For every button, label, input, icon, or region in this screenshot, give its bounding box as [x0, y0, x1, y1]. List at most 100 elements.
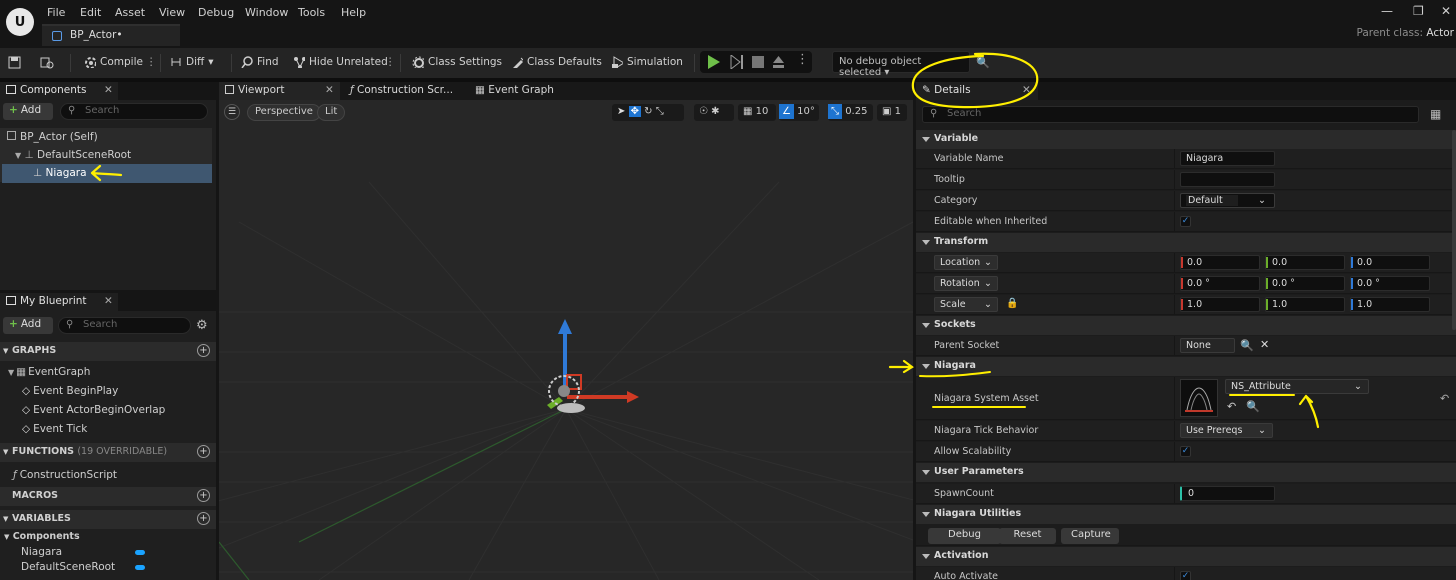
graph-item-eventgraph[interactable]: ▼ ▦ EventGraph: [8, 366, 90, 378]
settings-gear-icon[interactable]: ⚙: [196, 318, 208, 333]
save-icon[interactable]: [8, 56, 21, 69]
menu-window[interactable]: Window: [245, 6, 288, 19]
lock-icon[interactable]: 🔒: [1006, 298, 1018, 309]
section-functions[interactable]: ▼ FUNCTIONS (19 OVERRIDABLE) +: [0, 443, 216, 462]
section-activation[interactable]: Activation: [916, 547, 1456, 566]
tree-item-self[interactable]: BP_Actor (Self): [7, 131, 98, 143]
play-icon[interactable]: [707, 55, 720, 69]
menu-edit[interactable]: Edit: [80, 6, 101, 19]
scale-icon[interactable]: ⤡: [656, 106, 664, 117]
document-tab[interactable]: BP_Actor•: [42, 24, 180, 46]
close-viewport-icon[interactable]: ✕: [325, 84, 334, 96]
event-actorbeginoverlap[interactable]: ◇ Event ActorBeginOverlap: [22, 404, 165, 416]
class-settings-button[interactable]: Class Settings: [412, 56, 502, 68]
location-z-field[interactable]: 0.0: [1350, 255, 1430, 270]
browse-icon[interactable]: [40, 56, 54, 69]
reset-button[interactable]: Reset: [999, 528, 1056, 544]
scale-x-field[interactable]: 1.0: [1180, 297, 1260, 312]
close-blueprint-icon[interactable]: ✕: [104, 295, 113, 307]
category-dropdown[interactable]: Default ⌄: [1180, 193, 1275, 208]
step-icon[interactable]: [730, 55, 743, 69]
function-constructionscript[interactable]: ƒ ConstructionScript: [13, 469, 117, 481]
section-macros[interactable]: MACROS +: [0, 487, 216, 506]
spawncount-field[interactable]: 0: [1180, 486, 1275, 501]
event-beginplay[interactable]: ◇ Event BeginPlay: [22, 385, 118, 397]
variable-niagara[interactable]: Niagara: [21, 546, 62, 558]
surface-snap-icon[interactable]: ✱: [711, 106, 719, 117]
tree-item-defaultsceneroot[interactable]: ▼ ⊥ DefaultSceneRoot: [15, 149, 131, 161]
menu-asset[interactable]: Asset: [115, 6, 145, 19]
add-component-button[interactable]: + Add: [3, 103, 53, 120]
parent-socket-field[interactable]: None: [1180, 338, 1235, 353]
section-graphs[interactable]: ▼ GRAPHS +: [0, 342, 216, 361]
menu-debug[interactable]: Debug: [198, 6, 234, 19]
add-blueprint-item-button[interactable]: + Add: [3, 317, 53, 334]
tab-event-graph[interactable]: ▦ Event Graph: [469, 82, 569, 100]
location-y-field[interactable]: 0.0: [1265, 255, 1345, 270]
minimize-icon[interactable]: —: [1381, 4, 1393, 18]
find-button[interactable]: Find: [241, 56, 279, 68]
components-search-input[interactable]: ⚲ Search: [60, 103, 208, 120]
select-icon[interactable]: ➤: [617, 106, 625, 117]
menu-view[interactable]: View: [159, 6, 185, 19]
section-niagara[interactable]: Niagara: [916, 357, 1456, 376]
tab-viewport[interactable]: Viewport ✕: [219, 82, 340, 100]
capture-button[interactable]: Capture: [1061, 528, 1119, 544]
maximize-icon[interactable]: ❐: [1413, 4, 1424, 18]
eject-icon[interactable]: [772, 55, 785, 69]
unreal-logo[interactable]: U: [6, 8, 34, 36]
allow-scalability-checkbox[interactable]: ✓: [1180, 446, 1191, 457]
scale-y-field[interactable]: 1.0: [1265, 297, 1345, 312]
blueprint-search-input[interactable]: ⚲ Search: [58, 317, 191, 334]
lit-button[interactable]: Lit: [317, 104, 346, 121]
hide-options-icon[interactable]: ⋮: [385, 56, 396, 68]
compile-button[interactable]: Compile: [84, 56, 143, 68]
simulation-button[interactable]: Simulation: [611, 56, 683, 68]
diff-button[interactable]: Diff ▾: [170, 56, 214, 68]
rotation-snap[interactable]: ∠ 10°: [779, 104, 819, 121]
add-graph-icon[interactable]: +: [197, 344, 210, 357]
tick-behavior-dropdown[interactable]: Use Prereqs ⌄: [1180, 423, 1273, 438]
scale-snap[interactable]: ⤡ 0.25: [828, 104, 873, 121]
reset-to-default-icon[interactable]: ↶: [1440, 392, 1449, 405]
section-sockets[interactable]: Sockets: [916, 316, 1456, 335]
variable-defaultsceneroot[interactable]: DefaultSceneRoot: [21, 561, 115, 573]
menu-tools[interactable]: Tools: [298, 6, 325, 19]
rotation-y-field[interactable]: 0.0 °: [1265, 276, 1345, 291]
auto-activate-checkbox[interactable]: ✓: [1180, 571, 1191, 580]
menu-file[interactable]: File: [47, 6, 65, 19]
browse-asset-icon[interactable]: 🔍: [1246, 400, 1260, 413]
close-components-icon[interactable]: ✕: [104, 84, 113, 96]
grid-snap[interactable]: ▦ 10: [738, 104, 776, 121]
section-variables[interactable]: ▼ VARIABLES +: [0, 510, 216, 529]
world-icon[interactable]: ☉: [699, 106, 708, 117]
stop-icon[interactable]: [752, 56, 764, 68]
location-x-field[interactable]: 0.0: [1180, 255, 1260, 270]
rotation-dropdown[interactable]: Rotation ⌄: [934, 276, 998, 291]
details-scrollbar[interactable]: [1452, 130, 1456, 330]
variable-name-field[interactable]: Niagara: [1180, 151, 1275, 166]
section-transform[interactable]: Transform: [916, 233, 1456, 252]
variable-group-components[interactable]: ▼ Components: [4, 531, 80, 542]
close-icon[interactable]: ✕: [1441, 4, 1451, 18]
use-selected-icon[interactable]: ↶: [1227, 400, 1236, 413]
event-tick[interactable]: ◇ Event Tick: [22, 423, 87, 435]
menu-help[interactable]: Help: [341, 6, 366, 19]
section-user-parameters[interactable]: User Parameters: [916, 463, 1456, 482]
debug-button[interactable]: Debug: [928, 528, 1001, 544]
tab-components[interactable]: Components ✕: [0, 82, 118, 100]
grid-view-icon[interactable]: ▦: [1430, 107, 1441, 121]
editable-inherited-checkbox[interactable]: ✓: [1180, 216, 1191, 227]
location-dropdown[interactable]: Location ⌄: [934, 255, 998, 270]
scale-dropdown[interactable]: Scale ⌄: [934, 297, 998, 312]
section-niagara-utilities[interactable]: Niagara Utilities: [916, 505, 1456, 524]
play-options-icon[interactable]: ⋮: [796, 52, 809, 67]
clear-socket-icon[interactable]: ✕: [1260, 338, 1269, 351]
tooltip-field[interactable]: [1180, 172, 1275, 187]
viewport-menu-icon[interactable]: ☰: [224, 104, 240, 120]
tree-item-niagara[interactable]: ⊥ Niagara: [33, 167, 87, 179]
section-variable[interactable]: Variable: [916, 130, 1456, 149]
add-function-icon[interactable]: +: [197, 445, 210, 458]
rotate-icon[interactable]: ↻: [644, 106, 652, 117]
class-defaults-button[interactable]: Class Defaults: [511, 56, 602, 68]
